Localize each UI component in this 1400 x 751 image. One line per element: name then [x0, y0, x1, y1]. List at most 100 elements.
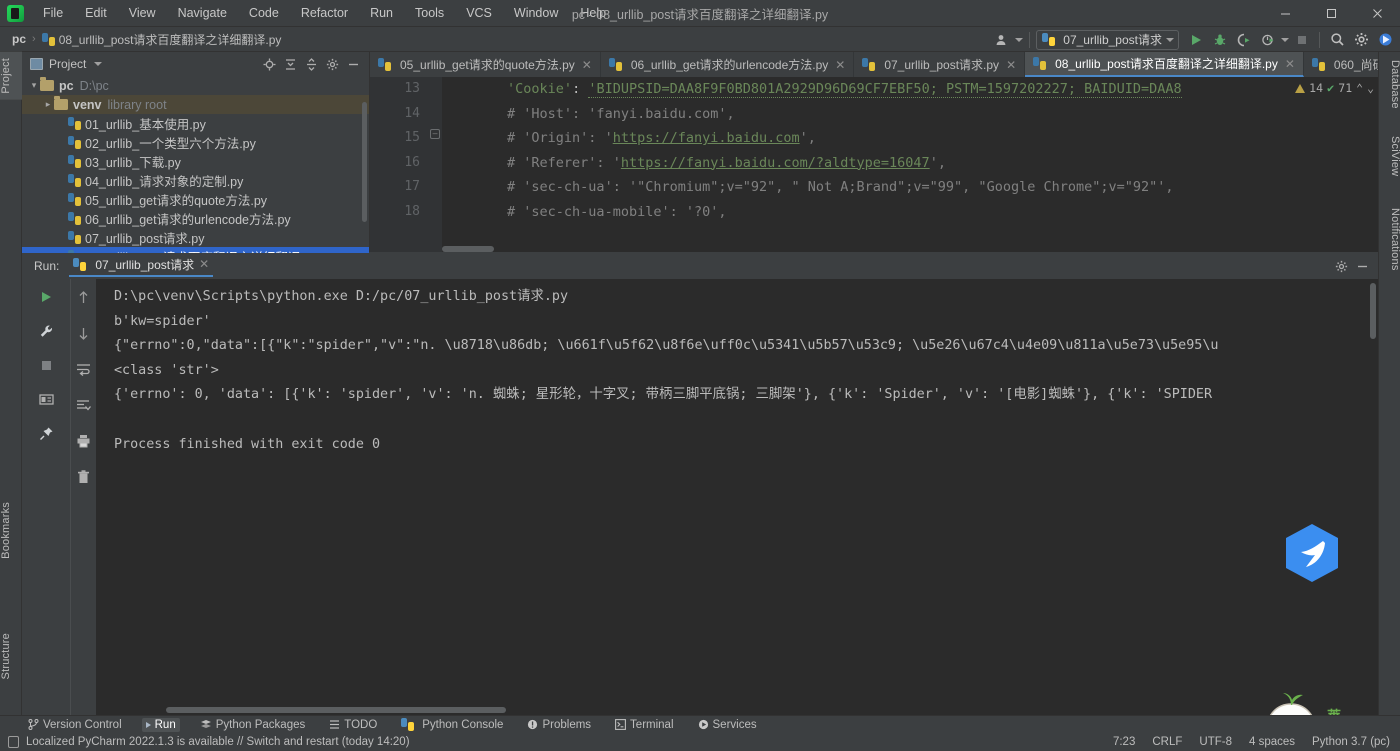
run-configuration-selector[interactable]: 07_urllib_post请求: [1036, 29, 1179, 50]
menu-run[interactable]: Run: [359, 3, 404, 23]
tree-item-06[interactable]: 06_urllib_get请求的urlencode方法.py: [22, 209, 369, 228]
chevron-right-icon[interactable]: ▸: [42, 99, 54, 110]
debug-button[interactable]: [1209, 29, 1231, 50]
bottom-tab-version-control[interactable]: Version Control: [24, 718, 126, 732]
tree-item-05[interactable]: 05_urllib_get请求的quote方法.py: [22, 190, 369, 209]
editor-horizontal-scrollbar[interactable]: [442, 246, 494, 252]
fold-region-icon[interactable]: –: [430, 129, 440, 139]
hide-run-window-icon[interactable]: [1353, 257, 1372, 276]
stop-button[interactable]: [1291, 29, 1313, 50]
inspection-widget[interactable]: 14 ✔ 71 ⌃ ⌄: [1295, 81, 1374, 95]
menu-code[interactable]: Code: [238, 3, 290, 23]
bottom-tab-services[interactable]: Services: [694, 718, 761, 732]
line-separator[interactable]: CRLF: [1152, 736, 1182, 748]
close-button[interactable]: [1354, 0, 1400, 27]
close-run-tab-icon[interactable]: ✕: [199, 257, 209, 271]
code-token-link[interactable]: https://fanyi.baidu.com/?aldtype=16047: [621, 155, 930, 171]
menu-edit[interactable]: Edit: [74, 3, 118, 23]
tree-item-07[interactable]: 07_urllib_post请求.py: [22, 228, 369, 247]
maximize-button[interactable]: [1308, 0, 1354, 27]
notification-icon[interactable]: [8, 736, 19, 748]
menu-help[interactable]: Help: [569, 3, 617, 23]
locate-icon[interactable]: [260, 55, 279, 74]
tab-06-urllib-urlencode[interactable]: 06_urllib_get请求的urlencode方法.py ✕: [601, 52, 855, 77]
sidebar-item-sciview[interactable]: SciView: [1379, 130, 1400, 182]
project-view-chevron-down-icon[interactable]: [94, 62, 103, 66]
breadcrumb-file[interactable]: 08_urllib_post请求百度翻译之详细翻译.py: [59, 31, 282, 48]
bottom-tab-python-console[interactable]: Python Console: [397, 717, 507, 732]
caret-position[interactable]: 7:23: [1113, 736, 1135, 748]
code-editor[interactable]: 13 14 15 16 17 18 – 'Cookie': 'BIDUPSID=…: [370, 77, 1378, 252]
previous-problem-icon[interactable]: ⌃: [1356, 81, 1363, 95]
menu-file[interactable]: File: [32, 3, 74, 23]
menu-tools[interactable]: Tools: [404, 3, 455, 23]
down-arrow-icon[interactable]: [73, 323, 95, 343]
python-interpreter[interactable]: Python 3.7 (pc): [1312, 736, 1390, 748]
breadcrumb-root[interactable]: pc: [12, 32, 26, 46]
stop-icon[interactable]: [35, 355, 57, 375]
menu-view[interactable]: View: [118, 3, 167, 23]
chevron-down-icon[interactable]: ▾: [28, 80, 40, 91]
menu-window[interactable]: Window: [503, 3, 569, 23]
updates-icon[interactable]: [1374, 29, 1396, 50]
menu-refactor[interactable]: Refactor: [290, 3, 359, 23]
menu-vcs[interactable]: VCS: [455, 3, 503, 23]
tab-05-urllib-quote[interactable]: 05_urllib_get请求的quote方法.py ✕: [370, 52, 601, 77]
code-token-link[interactable]: https://fanyi.baidu.com: [613, 130, 800, 146]
sidebar-item-structure[interactable]: Structure: [0, 627, 22, 685]
tree-item-pc[interactable]: ▾ pc D:\pc: [22, 76, 369, 95]
tab-07-urllib-post[interactable]: 07_urllib_post请求.py ✕: [854, 52, 1026, 77]
profile-chevron-down-icon[interactable]: [1281, 37, 1289, 42]
project-tree-scrollbar[interactable]: [362, 102, 367, 222]
gear-icon[interactable]: [1350, 29, 1372, 50]
bottom-tab-problems[interactable]: Problems: [523, 718, 595, 732]
scroll-to-end-icon[interactable]: [73, 395, 95, 415]
hide-panel-icon[interactable]: [344, 55, 363, 74]
tree-item-03[interactable]: 03_urllib_下载.py: [22, 152, 369, 171]
console-horizontal-scrollbar[interactable]: [166, 707, 506, 713]
tree-item-venv[interactable]: ▸ venv library root: [22, 95, 369, 114]
soft-wrap-icon[interactable]: [73, 359, 95, 379]
bottom-tab-run[interactable]: Run: [141, 717, 180, 732]
tree-item-02[interactable]: 02_urllib_一个类型六个方法.py: [22, 133, 369, 152]
sidebar-item-bookmarks[interactable]: Bookmarks: [0, 496, 22, 565]
close-tab-icon[interactable]: ✕: [582, 58, 592, 72]
sidebar-item-database[interactable]: Database: [1379, 54, 1400, 115]
sidebar-item-project[interactable]: Project: [0, 52, 22, 100]
file-encoding[interactable]: UTF-8: [1199, 736, 1232, 748]
run-button[interactable]: [1185, 29, 1207, 50]
collapse-all-icon[interactable]: [302, 55, 321, 74]
layout-icon[interactable]: [35, 389, 57, 409]
bottom-tab-terminal[interactable]: Terminal: [611, 718, 677, 732]
close-tab-icon[interactable]: ✕: [835, 58, 845, 72]
next-problem-icon[interactable]: ⌄: [1367, 81, 1374, 95]
pin-icon[interactable]: [35, 423, 57, 443]
trash-icon[interactable]: [73, 467, 95, 487]
avatar-chevron-down-icon[interactable]: [1015, 37, 1024, 42]
up-arrow-icon[interactable]: [73, 287, 95, 307]
tab-08-urllib-post-baidu-active[interactable]: 08_urllib_post请求百度翻译之详细翻译.py ✕: [1025, 52, 1304, 77]
run-settings-gear-icon[interactable]: [1332, 257, 1351, 276]
menu-navigate[interactable]: Navigate: [167, 3, 238, 23]
run-session-tab[interactable]: 07_urllib_post请求 ✕: [69, 256, 214, 277]
profile-button[interactable]: [1257, 29, 1279, 50]
print-icon[interactable]: [73, 431, 95, 451]
indent-setting[interactable]: 4 spaces: [1249, 736, 1295, 748]
tree-item-04[interactable]: 04_urllib_请求对象的定制.py: [22, 171, 369, 190]
run-with-coverage-button[interactable]: [1233, 29, 1255, 50]
rerun-icon[interactable]: [35, 287, 57, 307]
status-message[interactable]: Localized PyCharm 2022.1.3 is available …: [26, 736, 410, 748]
run-console-output[interactable]: D:\pc\venv\Scripts\python.exe D:/pc/07_u…: [96, 279, 1378, 715]
tab-060-shangguigu[interactable]: 060_尚硅谷_: [1304, 52, 1378, 77]
close-tab-icon[interactable]: ✕: [1285, 57, 1295, 71]
expand-all-icon[interactable]: [281, 55, 300, 74]
console-vertical-scrollbar[interactable]: [1370, 283, 1376, 339]
user-avatar-icon[interactable]: [991, 29, 1013, 50]
minimize-button[interactable]: [1262, 0, 1308, 27]
search-icon[interactable]: [1326, 29, 1348, 50]
bottom-tab-python-packages[interactable]: Python Packages: [196, 718, 310, 732]
close-tab-icon[interactable]: ✕: [1006, 58, 1016, 72]
project-settings-gear-icon[interactable]: [323, 55, 342, 74]
tree-item-01[interactable]: 01_urllib_基本使用.py: [22, 114, 369, 133]
bottom-tab-todo[interactable]: TODO: [325, 718, 381, 732]
